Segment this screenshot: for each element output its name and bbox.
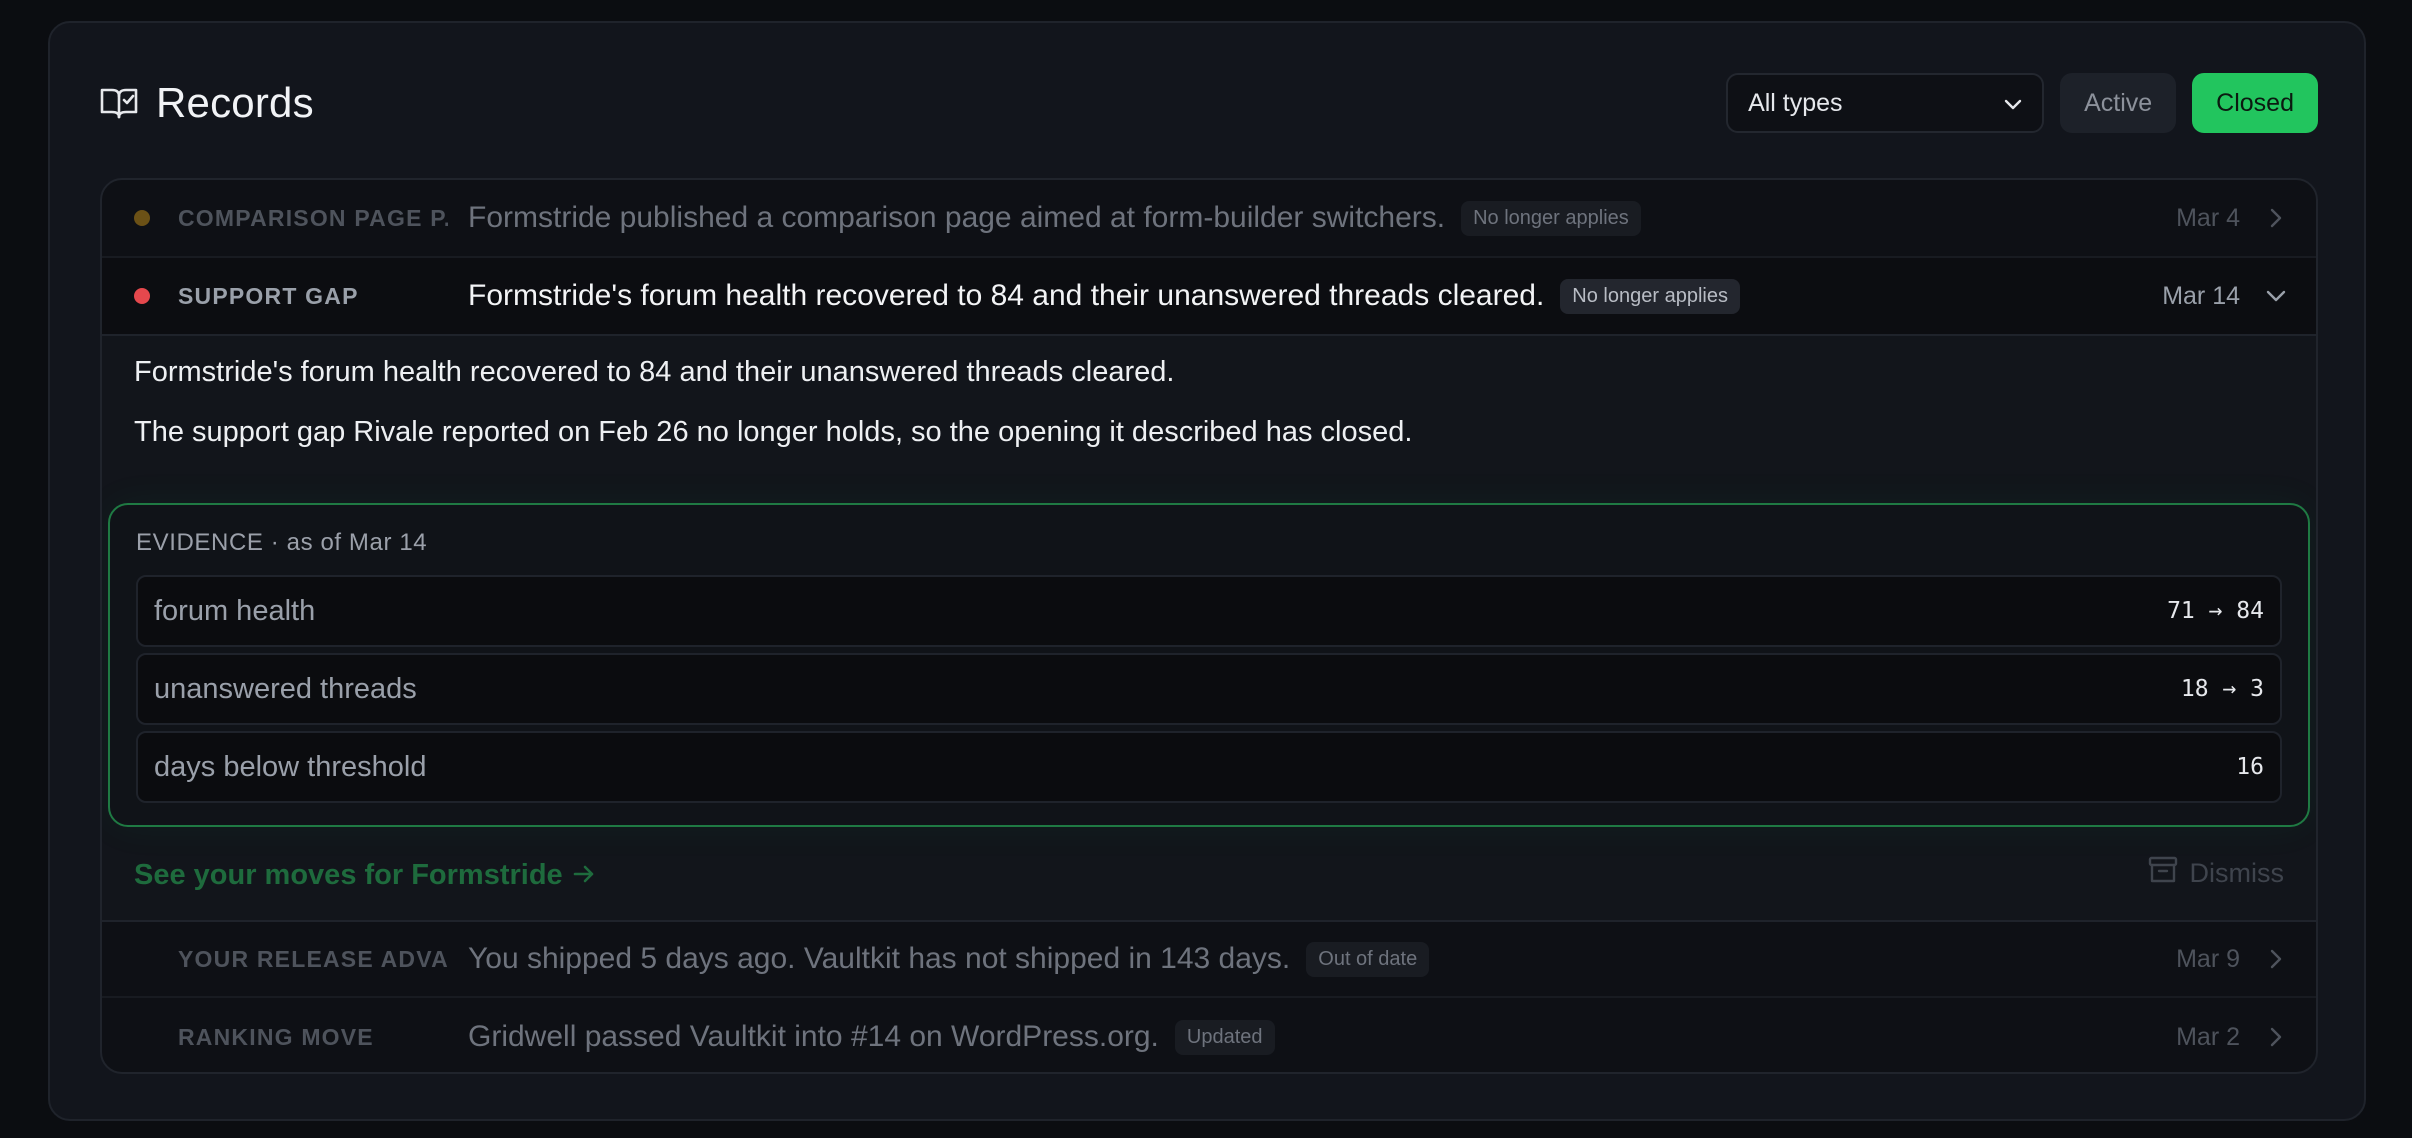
record-date: Mar 9 xyxy=(2176,944,2240,973)
evidence-metric: forum health 71 → 84 xyxy=(136,575,2282,647)
record-detail: Formstride's forum health recovered to 8… xyxy=(102,336,2316,920)
record-summary-group: You shipped 5 days ago. Vaultkit has not… xyxy=(468,941,1430,977)
detail-line-2: The support gap Rivale reported on Feb 2… xyxy=(134,416,1413,448)
title-area: Records xyxy=(100,73,314,133)
status-badge: Out of date xyxy=(1306,941,1430,977)
record-summary: You shipped 5 days ago. Vaultkit has not… xyxy=(468,942,1291,975)
metric-label: forum health xyxy=(154,594,316,627)
evidence-title: EVIDENCE · as of Mar 14 xyxy=(136,529,428,556)
record-date: Mar 14 xyxy=(2162,281,2240,310)
dismiss-label: Dismiss xyxy=(2189,858,2285,888)
record-category: YOUR RELEASE ADVA... xyxy=(178,945,448,972)
archive-icon xyxy=(2148,856,2178,891)
record-summary-group: Gridwell passed Vaultkit into #14 on Wor… xyxy=(468,1019,1275,1055)
detail-line-1: Formstride's forum health recovered to 8… xyxy=(134,356,1175,388)
record-summary: Gridwell passed Vaultkit into #14 on Wor… xyxy=(468,1020,1159,1053)
see-moves-link[interactable]: See your moves for Formstride xyxy=(134,859,595,892)
header: Records All types Active Closed xyxy=(100,73,2318,133)
record-row[interactable]: COMPARISON PAGE P... Formstride publishe… xyxy=(102,180,2316,258)
status-dot xyxy=(134,210,150,226)
evidence-metric: days below threshold 16 xyxy=(136,731,2282,803)
filter-controls: All types Active Closed xyxy=(1726,73,2318,133)
segment-active[interactable]: Active xyxy=(2060,73,2177,133)
record-row[interactable]: YOUR RELEASE ADVA... You shipped 5 days … xyxy=(102,920,2316,998)
record-summary: Formstride published a comparison page a… xyxy=(468,201,1446,234)
page-title: Records xyxy=(156,79,314,126)
status-dot xyxy=(134,288,150,304)
chevron-right-icon[interactable] xyxy=(2264,1025,2288,1049)
segment-closed[interactable]: Closed xyxy=(2192,73,2318,133)
see-moves-label: See your moves for Formstride xyxy=(134,859,563,891)
record-date: Mar 4 xyxy=(2176,203,2240,232)
record-row-expanded[interactable]: SUPPORT GAP Formstride's forum health re… xyxy=(102,258,2316,336)
book-check-icon xyxy=(100,84,138,122)
chevron-down-icon[interactable] xyxy=(2264,284,2288,308)
record-date: Mar 2 xyxy=(2176,1022,2240,1051)
evidence-box: EVIDENCE · as of Mar 14 forum health 71 … xyxy=(108,503,2310,827)
chevron-right-icon[interactable] xyxy=(2264,206,2288,230)
records-panel: Records All types Active Closed COMPARIS… xyxy=(48,21,2366,1121)
record-category: COMPARISON PAGE P... xyxy=(178,204,448,231)
metric-label: days below threshold xyxy=(154,750,427,783)
record-summary: Formstride's forum health recovered to 8… xyxy=(468,279,1545,312)
arrow-right-icon xyxy=(573,859,595,892)
evidence-metric: unanswered threads 18 → 3 xyxy=(136,653,2282,725)
type-select-value: All types xyxy=(1748,88,1843,117)
chevron-down-icon xyxy=(2004,89,2022,118)
metric-value: 18 → 3 xyxy=(2180,676,2264,702)
type-select[interactable]: All types xyxy=(1726,73,2045,133)
chevron-right-icon[interactable] xyxy=(2264,947,2288,971)
metric-label: unanswered threads xyxy=(154,672,417,705)
status-badge: No longer applies xyxy=(1461,200,1641,236)
status-badge: No longer applies xyxy=(1560,278,1740,314)
record-category: SUPPORT GAP xyxy=(178,282,359,309)
dismiss-button[interactable]: Dismiss xyxy=(2148,856,2285,891)
metric-value: 16 xyxy=(2236,754,2264,780)
record-summary-group: Formstride published a comparison page a… xyxy=(468,200,1641,236)
record-category: RANKING MOVE xyxy=(178,1023,374,1050)
status-badge: Updated xyxy=(1174,1019,1275,1055)
record-summary-group: Formstride's forum health recovered to 8… xyxy=(468,278,1740,314)
metric-value: 71 → 84 xyxy=(2167,598,2264,624)
records-list: COMPARISON PAGE P... Formstride publishe… xyxy=(100,178,2318,1074)
record-row[interactable]: RANKING MOVE Gridwell passed Vaultkit in… xyxy=(102,998,2316,1072)
